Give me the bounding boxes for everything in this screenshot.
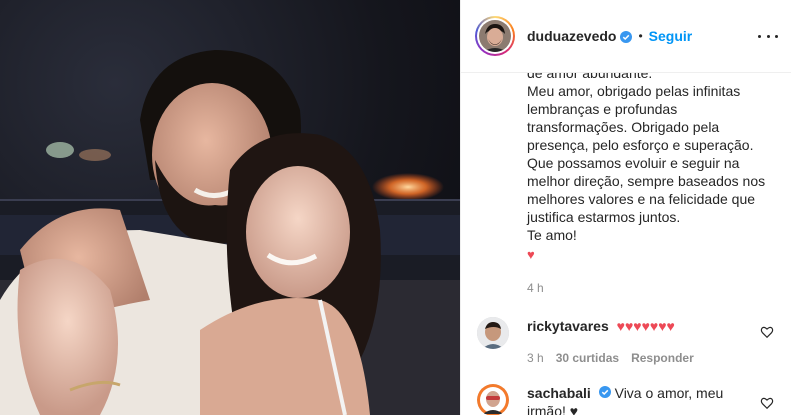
post-side-panel: duduazevedo • Seguir de amor abundante. … (460, 0, 791, 415)
verified-badge-icon (620, 30, 633, 43)
comment-item: rickytavares ♥♥♥♥♥♥♥ 3 h 30 curtidas Res… (475, 317, 780, 377)
comment-item: sachabali Viva o amor, meu irmão! ♥ (475, 384, 780, 415)
commenter-avatar[interactable] (477, 384, 509, 415)
comment-body: sachabali Viva o amor, meu irmão! ♥ (527, 384, 757, 415)
post-header: duduazevedo • Seguir (461, 0, 791, 73)
comment-meta: 3 h 30 curtidas Responder (527, 351, 694, 365)
verified-badge-icon (598, 384, 611, 398)
heart-outline-icon[interactable] (760, 325, 774, 339)
post-photo[interactable] (0, 0, 460, 415)
comment-username[interactable]: rickytavares (527, 318, 609, 334)
heart-outline-icon[interactable] (760, 396, 774, 410)
couple-photo-illustration (0, 50, 460, 415)
author-avatar[interactable] (475, 16, 515, 56)
post-caption: de amor abundante. Meu amor, obrigado pe… (527, 73, 767, 264)
follow-button[interactable]: Seguir (649, 28, 693, 44)
more-options-icon[interactable] (758, 28, 778, 44)
heart-emoji: ♥ (527, 247, 535, 262)
comment-time[interactable]: 3 h (527, 351, 544, 365)
comment-body: rickytavares ♥♥♥♥♥♥♥ (527, 317, 757, 335)
commenter-avatar[interactable] (477, 317, 509, 349)
author-username[interactable]: duduazevedo (527, 28, 616, 44)
post-timestamp[interactable]: 4 h (527, 281, 544, 295)
caption-text: de amor abundante. Meu amor, obrigado pe… (527, 73, 766, 243)
comment-username[interactable]: sachabali (527, 385, 591, 401)
reply-button[interactable]: Responder (631, 351, 694, 365)
comment-hearts: ♥♥♥♥♥♥♥ (616, 318, 675, 334)
comment-likes[interactable]: 30 curtidas (556, 351, 619, 365)
author-avatar-image (479, 20, 511, 52)
header-separator: • (638, 29, 643, 43)
comments-scroll-area[interactable]: de amor abundante. Meu amor, obrigado pe… (461, 73, 791, 415)
